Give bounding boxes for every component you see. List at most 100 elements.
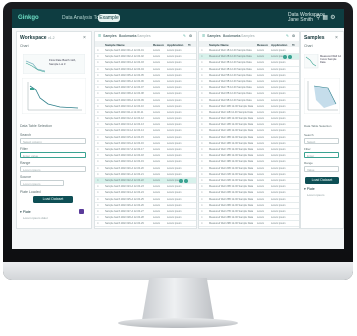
gear-icon[interactable]: ⚙ [330, 15, 337, 21]
row-checkbox[interactable]: □ [97, 179, 99, 182]
status-dot-icon[interactable] [288, 55, 292, 60]
project-selector[interactable]: Data Analysis Tool [62, 15, 103, 21]
folder-item[interactable]: ▾ Plate [20, 210, 31, 214]
row-checkbox[interactable]: □ [201, 173, 203, 176]
column-header[interactable]: Application [271, 43, 287, 47]
row-checkbox[interactable]: □ [201, 92, 203, 95]
brand-logo[interactable]: Ginkgo [18, 15, 39, 21]
row-checkbox[interactable]: □ [201, 154, 203, 157]
row-checkbox[interactable]: □ [97, 99, 99, 102]
row-checkbox[interactable]: □ [97, 198, 99, 201]
row-checkbox[interactable]: □ [201, 80, 203, 83]
row-checkbox[interactable]: □ [201, 123, 203, 126]
row-checkbox[interactable]: □ [201, 55, 203, 58]
grid-tab[interactable]: Bookmarks [223, 34, 241, 38]
close-icon[interactable]: × [335, 35, 338, 41]
row-checkbox[interactable]: □ [201, 129, 203, 132]
column-header[interactable]: Tr [292, 43, 295, 47]
row-checkbox[interactable]: □ [201, 117, 203, 120]
row-checkbox[interactable]: □ [201, 198, 203, 201]
row-checkbox[interactable]: □ [97, 55, 99, 58]
column-header[interactable]: Reason [257, 43, 268, 47]
grid-tab[interactable]: Samples [241, 34, 255, 38]
row-checkbox[interactable]: □ [97, 148, 99, 151]
row-checkbox[interactable]: □ [97, 204, 99, 207]
row-checkbox[interactable]: □ [97, 68, 99, 71]
row-checkbox[interactable]: □ [97, 80, 99, 83]
filter-icon[interactable]: ⚙ [292, 34, 295, 38]
row-checkbox[interactable]: □ [97, 129, 99, 132]
column-header[interactable]: Sample Name [105, 43, 125, 47]
row-checkbox[interactable]: □ [201, 111, 203, 114]
row-checkbox[interactable]: □ [97, 228, 99, 229]
row-checkbox[interactable]: □ [201, 210, 203, 213]
row-checkbox[interactable]: □ [201, 49, 203, 52]
row-checkbox[interactable]: □ [201, 99, 203, 102]
row-checkbox[interactable]: □ [97, 111, 99, 114]
row-checkbox[interactable]: □ [201, 179, 203, 182]
row-checkbox[interactable]: □ [97, 210, 99, 213]
row-checkbox[interactable]: □ [201, 204, 203, 207]
row-checkbox[interactable]: □ [97, 160, 99, 163]
edit-icon[interactable]: ✎ [286, 34, 289, 38]
row-checkbox[interactable]: □ [97, 117, 99, 120]
load-dataset-button[interactable]: Load Dataset [33, 196, 73, 203]
row-checkbox[interactable]: □ [201, 167, 203, 170]
range-field[interactable]: Lorem ipsum [20, 166, 86, 172]
search-field[interactable]: Select column [20, 138, 86, 144]
row-checkbox[interactable]: □ [201, 216, 203, 219]
row-checkbox[interactable]: □ [201, 86, 203, 89]
grid-icon[interactable]: ▦ [322, 15, 330, 21]
row-checkbox[interactable]: □ [97, 216, 99, 219]
row-checkbox[interactable]: □ [97, 105, 99, 108]
edit-icon[interactable]: ✎ [183, 34, 186, 38]
row-checkbox[interactable]: □ [97, 191, 99, 194]
source-field[interactable]: Lorem ipsum [20, 180, 64, 186]
row-checkbox[interactable]: □ [97, 74, 99, 77]
grid-tab[interactable]: Bookmarks [119, 34, 137, 38]
filter-icon[interactable]: ⚙ [189, 34, 192, 38]
row-checkbox[interactable]: □ [201, 185, 203, 188]
context-pill[interactable]: Example [98, 14, 120, 22]
filter-field[interactable]: Enter [304, 152, 339, 158]
table-row[interactable]: □ Sample batch Well 030-A 12-00-30 Lorem Lo… [95, 227, 196, 229]
status-dot-icon[interactable] [283, 55, 287, 60]
column-header[interactable]: Tr [188, 43, 191, 47]
row-checkbox[interactable]: □ [97, 86, 99, 89]
close-icon[interactable]: × [83, 35, 86, 41]
row-checkbox[interactable]: □ [201, 68, 203, 71]
grid-menu-icon[interactable]: ☰ [202, 34, 205, 38]
row-checkbox[interactable]: □ [97, 222, 99, 225]
status-dot-icon[interactable] [184, 178, 188, 183]
grid-menu-icon[interactable]: ☰ [98, 34, 101, 38]
row-checkbox[interactable]: □ [201, 61, 203, 64]
grid-tab[interactable]: Samples [207, 34, 221, 38]
row-checkbox[interactable]: □ [201, 105, 203, 108]
search-field[interactable]: Select [304, 138, 339, 144]
row-checkbox[interactable]: □ [97, 61, 99, 64]
range-field[interactable]: Value [304, 166, 339, 172]
row-checkbox[interactable]: □ [97, 154, 99, 157]
row-checkbox[interactable]: □ [201, 222, 203, 225]
row-checkbox[interactable]: □ [97, 142, 99, 145]
row-checkbox[interactable]: □ [97, 92, 99, 95]
row-checkbox[interactable]: □ [201, 136, 203, 139]
filter-field[interactable]: Enter value [20, 152, 86, 158]
row-checkbox[interactable]: □ [97, 123, 99, 126]
column-header[interactable]: Sample Name [209, 43, 229, 47]
row-checkbox[interactable]: □ [201, 148, 203, 151]
row-checkbox[interactable]: □ [201, 74, 203, 77]
row-checkbox[interactable]: □ [201, 160, 203, 163]
table-row[interactable]: □ Measured Well 30B 12-00 Sample Data Lore… [199, 227, 299, 228]
column-header[interactable]: Reason [153, 43, 164, 47]
grid-tab[interactable]: Samples [103, 34, 117, 38]
row-checkbox[interactable]: □ [97, 49, 99, 52]
row-checkbox[interactable]: □ [201, 142, 203, 145]
folder-item[interactable]: ▾ Plate [304, 187, 315, 191]
row-checkbox[interactable]: □ [201, 191, 203, 194]
column-header[interactable]: Application [167, 43, 183, 47]
row-checkbox[interactable]: □ [97, 173, 99, 176]
row-checkbox[interactable]: □ [97, 136, 99, 139]
status-dot-icon[interactable] [179, 178, 183, 183]
load-dataset-button[interactable]: Load Dataset [305, 177, 339, 184]
